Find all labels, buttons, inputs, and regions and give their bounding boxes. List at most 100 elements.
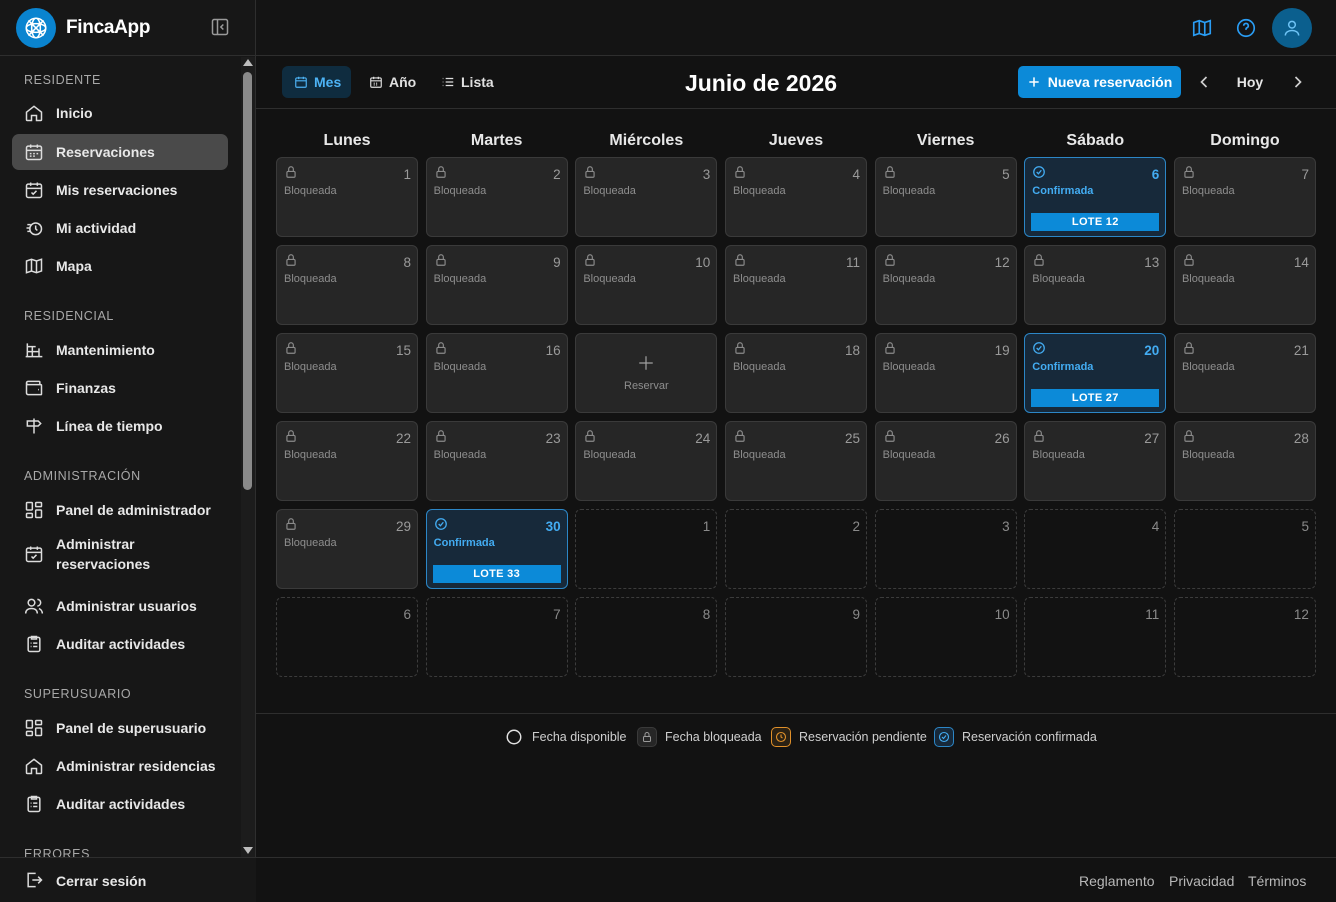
footer-link-privacidad[interactable]: Privacidad xyxy=(1169,873,1234,889)
calendar-day-cell[interactable]: Reservar xyxy=(575,333,718,413)
cell-status: Bloqueada xyxy=(732,361,786,373)
sidebar-item-auditar-actividades[interactable]: Auditar actividades xyxy=(12,626,228,662)
calendar-icon xyxy=(295,76,307,88)
cell-status: Bloqueada xyxy=(1181,185,1235,197)
calendar-day-cell[interactable]: Bloqueada 24 xyxy=(575,421,718,501)
sidebar-item-label: Inicio xyxy=(56,105,93,121)
scroll-up-arrow-icon[interactable] xyxy=(243,59,253,66)
calendar-day-cell[interactable]: Bloqueada 29 xyxy=(276,509,418,589)
calendar-day-cell[interactable]: Confirmada LOTE 12 6 xyxy=(1024,157,1167,237)
sidebar-item-finanzas[interactable]: Finanzas xyxy=(12,370,228,406)
calendar-day-cell[interactable]: Confirmada LOTE 33 30 xyxy=(425,509,568,589)
sidebar-item-administrar-usuarios[interactable]: Administrar usuarios xyxy=(12,588,228,624)
sidebar-item-panel-de-superusuario[interactable]: Panel de superusuario xyxy=(12,710,228,746)
day-number: 26 xyxy=(994,431,1010,446)
user-avatar[interactable] xyxy=(1272,8,1312,48)
dashboard-icon xyxy=(24,718,44,738)
calendar-day-cell[interactable]: Bloqueada 3 xyxy=(575,157,718,237)
scroll-thumb[interactable] xyxy=(243,72,252,490)
home-icon xyxy=(24,103,44,123)
lock-icon xyxy=(284,429,298,443)
calendar-day-cell[interactable]: Bloqueada 1 xyxy=(276,157,418,237)
scroll-down-arrow-icon[interactable] xyxy=(243,847,253,854)
collapse-sidebar-icon[interactable] xyxy=(210,17,232,39)
sidebar-item-administrar-reservaciones[interactable]: Administrar reservaciones xyxy=(12,530,228,578)
sidebar-item-label: Mantenimiento xyxy=(56,342,155,358)
app-logo[interactable] xyxy=(16,8,56,48)
calendar-day-cell[interactable]: Bloqueada 11 xyxy=(724,245,867,325)
cell-status: Bloqueada xyxy=(284,273,337,285)
calendar-day-cell[interactable]: Confirmada LOTE 27 20 xyxy=(1024,333,1167,413)
calendar-day-cell[interactable]: Bloqueada 22 xyxy=(276,421,418,501)
calendar-day-cell: 5 xyxy=(1173,509,1316,589)
calendar-icon xyxy=(24,142,44,162)
sidebar-item-panel-de-administrador[interactable]: Panel de administrador xyxy=(12,492,228,528)
weekday-header: Domingo xyxy=(1210,132,1280,149)
cell-status: Bloqueada xyxy=(882,449,936,461)
calendar-day-cell[interactable]: Bloqueada 25 xyxy=(724,421,867,501)
view-list-label: Lista xyxy=(461,74,494,90)
calendar-day-cell[interactable]: Bloqueada 23 xyxy=(425,421,568,501)
day-number: 16 xyxy=(545,343,561,358)
logout-icon xyxy=(24,870,44,890)
day-number: 27 xyxy=(1144,431,1160,446)
legend-label: Fecha bloqueada xyxy=(665,730,762,744)
day-number: 30 xyxy=(545,519,561,534)
calendar-check-icon xyxy=(24,180,44,200)
chevron-left-icon[interactable] xyxy=(1194,72,1214,92)
section-title-superusuario: SUPERUSUARIO xyxy=(24,687,132,701)
calendar-day-cell[interactable]: Bloqueada 10 xyxy=(575,245,718,325)
calendar-day-cell[interactable]: Bloqueada 19 xyxy=(874,333,1017,413)
new-reservation-button[interactable]: Nueva reservación xyxy=(1018,66,1181,98)
cell-status: Bloqueada xyxy=(433,449,487,461)
clock-icon xyxy=(771,727,791,747)
logout-button[interactable]: Cerrar sesión xyxy=(0,857,256,902)
sidebar-item-label: Mi actividad xyxy=(56,220,137,236)
day-number: 10 xyxy=(695,255,711,270)
calendar-day-cell[interactable]: Bloqueada 7 xyxy=(1173,157,1316,237)
calendar-day-cell[interactable]: Bloqueada 16 xyxy=(425,333,568,413)
calendar-day-cell[interactable]: Bloqueada 12 xyxy=(874,245,1017,325)
footer: Reglamento Privacidad Términos xyxy=(256,857,1336,902)
sidebar-item-mapa[interactable]: Mapa xyxy=(12,248,228,284)
calendar-day-cell[interactable]: Bloqueada 13 xyxy=(1024,245,1167,325)
sidebar-scrollbar[interactable] xyxy=(241,57,255,857)
calendar-day-cell[interactable]: Bloqueada 28 xyxy=(1173,421,1316,501)
cell-status: Bloqueada xyxy=(583,185,636,197)
view-year-button[interactable]: Año xyxy=(357,66,426,98)
calendar-day-cell[interactable]: Bloqueada 8 xyxy=(276,245,418,325)
calendar-day-cell[interactable]: Bloqueada 9 xyxy=(425,245,568,325)
day-number: 3 xyxy=(702,167,711,182)
lock-icon xyxy=(1032,253,1046,267)
sidebar-item-mantenimiento[interactable]: Mantenimiento xyxy=(12,332,228,368)
chevron-right-icon[interactable] xyxy=(1288,72,1308,92)
calendar-day-cell[interactable]: Bloqueada 21 xyxy=(1173,333,1316,413)
calendar-day-cell[interactable]: Bloqueada 2 xyxy=(425,157,568,237)
view-list-button[interactable]: Lista xyxy=(429,66,504,98)
calendar-day-cell[interactable]: Bloqueada 14 xyxy=(1173,245,1316,325)
sidebar-item-mi-actividad[interactable]: Mi actividad xyxy=(12,210,228,246)
sidebar-item-linea-de-tiempo[interactable]: Línea de tiempo xyxy=(12,408,228,444)
sidebar-item-auditar-actividades-super[interactable]: Auditar actividades xyxy=(12,786,228,822)
calendar-day-cell[interactable]: Bloqueada 26 xyxy=(874,421,1017,501)
calendar-day-cell[interactable]: Bloqueada 15 xyxy=(276,333,418,413)
day-number: 12 xyxy=(1293,607,1309,622)
calendar-day-cell[interactable]: Bloqueada 5 xyxy=(874,157,1017,237)
sidebar: FincaApp RESIDENTE Inicio Reservaciones … xyxy=(0,0,256,902)
today-button[interactable]: Hoy xyxy=(1228,74,1272,90)
calendar-day-cell[interactable]: Bloqueada 4 xyxy=(724,157,867,237)
cell-status: Bloqueada xyxy=(433,273,487,285)
footer-link-terminos[interactable]: Términos xyxy=(1248,873,1306,889)
calendar-day-cell[interactable]: Bloqueada 27 xyxy=(1024,421,1167,501)
lock-icon xyxy=(284,341,298,355)
weekday-header: Lunes xyxy=(323,132,371,149)
calendar-day-cell[interactable]: Bloqueada 18 xyxy=(724,333,867,413)
sidebar-item-mis-reservaciones[interactable]: Mis reservaciones xyxy=(12,172,228,208)
footer-link-reglamento[interactable]: Reglamento xyxy=(1079,873,1155,889)
sidebar-item-reservaciones[interactable]: Reservaciones xyxy=(12,134,228,170)
sidebar-item-inicio[interactable]: Inicio xyxy=(12,95,228,131)
help-icon[interactable] xyxy=(1235,17,1257,39)
view-month-button[interactable]: Mes xyxy=(282,66,352,98)
sidebar-item-administrar-residencias[interactable]: Administrar residencias xyxy=(12,748,228,784)
map-icon[interactable] xyxy=(1191,17,1213,39)
